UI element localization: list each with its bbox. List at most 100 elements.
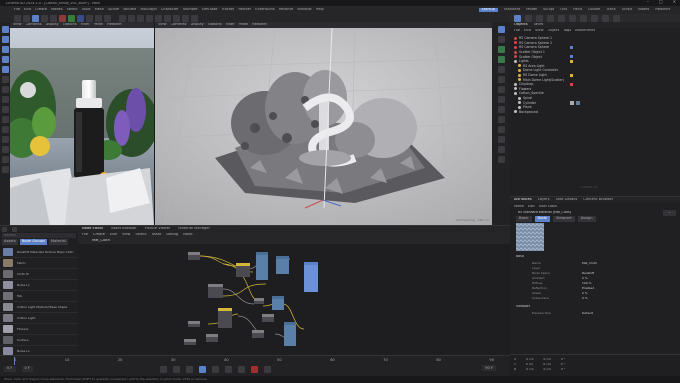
tab-content-browser[interactable]: Content Browser [583,198,613,202]
asset-tab-assets[interactable]: Assets [2,239,18,245]
select-tool-icon[interactable] [1,26,9,33]
coord-rot[interactable]: 0 ° [561,357,565,361]
coord-size[interactable]: 0 cm [544,367,551,371]
tab-node-editor[interactable]: Node Editor [82,227,103,231]
om-menu-edit[interactable]: Edit [524,29,531,33]
texture-node[interactable] [188,252,200,260]
redshift-object-icon[interactable] [497,136,505,143]
list-item[interactable]: Fabric [0,258,78,269]
menu-tools[interactable]: Tools [82,8,91,12]
layout-tab-sculpt[interactable]: Sculpt [543,8,554,12]
mode-tab-viewport[interactable]: Viewport [552,216,575,222]
menu-mograph[interactable]: MoGraph [140,8,156,12]
scale-icon[interactable] [1,56,9,63]
start-frame-field[interactable]: 0 F [21,366,33,372]
next-key-icon[interactable] [225,366,232,373]
om-icon-4[interactable] [547,14,554,22]
menu-character[interactable]: Character [161,8,179,12]
object-row[interactable]: Background [510,110,680,115]
om-menu-tags[interactable]: Tags [563,29,571,33]
texture-node[interactable] [262,314,274,322]
search-input[interactable]: Search [4,234,16,238]
menu-window[interactable]: Window [297,8,311,12]
attr-menu-user-data[interactable]: User Data [539,205,557,209]
coord-rot[interactable]: 0 ° [561,367,565,371]
first-frame-icon[interactable] [160,366,167,373]
layout-tab-nodes[interactable]: Nodes [638,8,649,12]
floor-icon[interactable] [497,66,505,73]
environment-icon[interactable] [497,76,505,83]
move-icon[interactable] [1,46,9,53]
om-icon-1[interactable] [514,14,521,22]
spline-icon[interactable] [128,14,135,22]
layout-tab-track[interactable]: Track [606,8,615,12]
coord-pos[interactable]: 0 cm [526,357,533,361]
displacement-node[interactable] [272,296,284,310]
menu-file[interactable]: File [14,8,20,12]
layout-tab-groom[interactable]: Groom [588,8,600,12]
menu-tracker[interactable]: Tracker [222,8,235,12]
section-viewport-header[interactable]: Viewport [516,305,530,308]
mix-node[interactable] [218,308,232,328]
null-icon[interactable] [497,86,505,93]
main-viewport[interactable]: View Cameras Display Options Filter Pane… [155,22,492,225]
auto-key-icon[interactable] [264,366,271,373]
asset-panel-icon[interactable] [2,226,7,232]
menu-spline[interactable]: Spline [108,8,119,12]
coord-rot[interactable]: 0 ° [561,362,565,366]
layout-tab-standard[interactable]: Standard [504,8,520,12]
cube-icon[interactable] [119,14,126,22]
coord-pos[interactable]: 0 cm [526,362,533,366]
brush-icon[interactable] [1,156,9,163]
list-item[interactable]: Cotton Light [0,313,78,324]
om-menu-view[interactable]: View [535,29,544,33]
render-settings-icon[interactable] [104,14,111,22]
om-menu-object[interactable]: Object [548,29,560,33]
list-item[interactable]: Cotton Light Material Base Shape [0,302,78,313]
output-node[interactable] [284,322,296,346]
menu-volume[interactable]: Volume [123,8,136,12]
ne-menu-file[interactable]: File [82,233,88,237]
om-icon-8[interactable] [591,14,598,22]
layout-tab-redshift[interactable]: Redshift [655,8,670,12]
axis-mode-icon[interactable] [1,126,9,133]
x-axis-icon[interactable] [59,14,66,22]
main-view-menu-redshift[interactable]: Redshift [252,23,267,27]
render-active-icon[interactable] [497,36,505,43]
tab-objects[interactable]: Objects [514,23,528,27]
asset-tab-node-groups[interactable]: Node Groups [19,239,48,245]
scene-icon[interactable] [173,14,180,22]
left-view-menu-panel[interactable]: Panel [94,23,104,27]
redshift-ipr-icon[interactable] [497,146,505,153]
ne-menu-debug[interactable]: Debug [166,233,178,237]
om-menu-file[interactable]: File [514,29,520,33]
undo-icon[interactable] [14,14,21,22]
texture-node[interactable] [252,330,264,338]
om-icon-5[interactable] [558,14,565,22]
texture-node[interactable] [208,284,223,298]
attr-menu-mode[interactable]: Mode [514,205,524,209]
list-item[interactable]: Flowers [0,324,78,335]
list-item[interactable]: Cloth Hi [0,269,78,280]
om-icon-2[interactable] [525,14,532,22]
rotate-tool-icon[interactable] [50,14,57,22]
play-icon[interactable] [199,366,206,373]
breadcrumb[interactable]: Mat_Cloth [92,239,110,243]
playhead[interactable] [14,357,15,365]
maximize-button[interactable]: □ [659,0,663,4]
ramp-node[interactable] [256,252,268,280]
texture-mode-icon[interactable] [1,116,9,123]
redshift-light-icon[interactable] [497,116,505,123]
om-icon-9[interactable] [602,14,609,22]
menu-animate[interactable]: Animate [183,8,198,12]
color-correct-node[interactable] [236,263,250,277]
bump-node[interactable] [276,256,289,274]
camera-icon[interactable] [182,14,189,22]
polygons-mode-icon[interactable] [1,96,9,103]
layout-tab-paint[interactable]: Paint [573,8,582,12]
cloner-icon[interactable] [146,14,153,22]
model-mode-icon[interactable] [1,106,9,113]
tab-picture-viewer[interactable]: Picture Viewer [145,227,171,231]
om-icon-3[interactable] [536,14,543,22]
deformer-icon[interactable] [155,14,162,22]
